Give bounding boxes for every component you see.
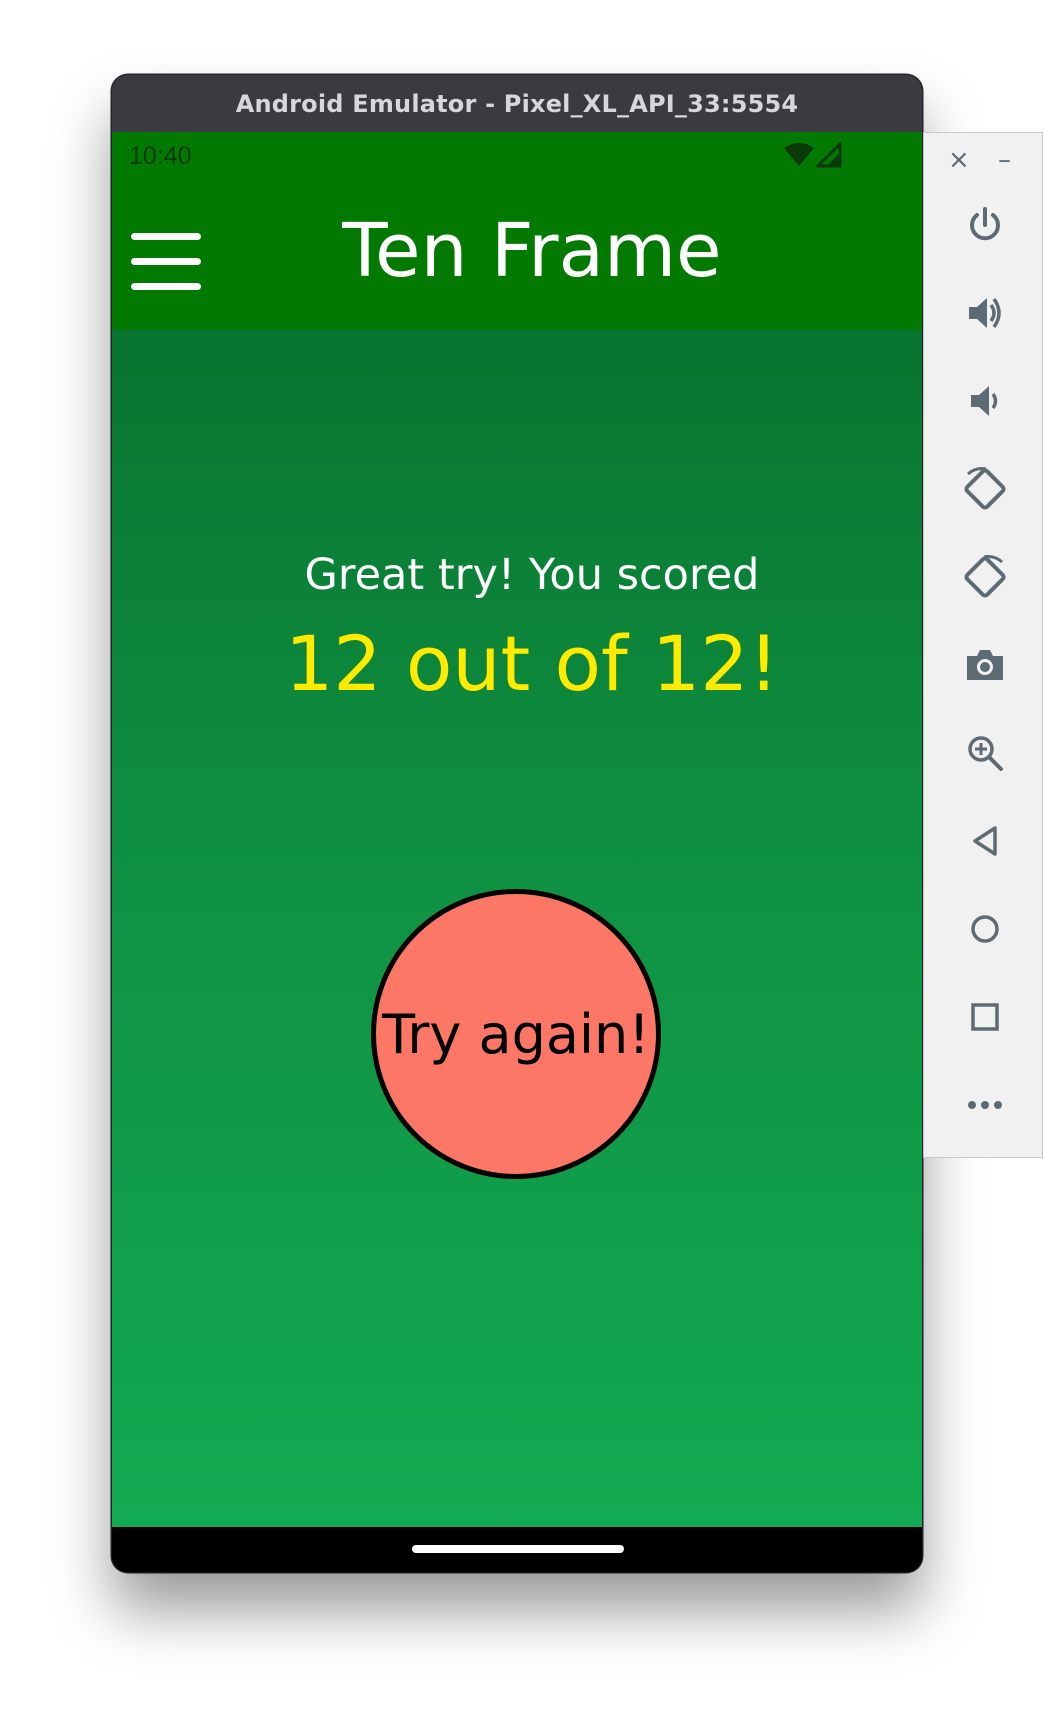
- more-icon: [968, 1101, 1002, 1109]
- camera-icon: [967, 650, 1003, 680]
- status-bar: 10:40: [112, 132, 922, 180]
- volume-up-button[interactable]: [957, 285, 1013, 341]
- overview-button[interactable]: [957, 989, 1013, 1045]
- back-button[interactable]: [957, 813, 1013, 869]
- screenshot-button[interactable]: [957, 637, 1013, 693]
- zoom-icon: [968, 736, 1003, 771]
- score-label: Great try! You scored: [304, 550, 760, 600]
- try-again-label: Try again!: [382, 1002, 650, 1066]
- back-icon: [973, 826, 997, 856]
- cell-signal-icon: [816, 142, 842, 168]
- close-button[interactable]: ×: [948, 145, 970, 175]
- overview-icon: [971, 1003, 999, 1031]
- stage: Android Emulator - Pixel_XL_API_33:5554 …: [0, 0, 1044, 1720]
- gesture-nav-bar: [112, 1527, 922, 1572]
- wifi-icon: [784, 143, 814, 166]
- app-title: Ten Frame: [342, 208, 722, 294]
- emulator-titlebar[interactable]: Android Emulator - Pixel_XL_API_33:5554: [112, 75, 922, 132]
- score-value: 12 out of 12!: [284, 619, 780, 708]
- power-icon: [970, 207, 1000, 241]
- try-again-button[interactable]: Try again!: [371, 889, 661, 1179]
- volume-down-icon: [971, 386, 998, 416]
- rotate-left-icon: [964, 467, 1006, 510]
- more-button[interactable]: [957, 1077, 1013, 1133]
- emulator-toolbar: × –: [923, 132, 1043, 1158]
- rotate-right-icon: [964, 555, 1006, 598]
- status-icons: [784, 142, 842, 168]
- home-button[interactable]: [957, 901, 1013, 957]
- phone-screen: 10:40 Ten Frame Great try! You scored 12…: [112, 132, 922, 1527]
- status-time: 10:40: [129, 142, 192, 170]
- home-icon: [971, 915, 999, 943]
- app-bar: Ten Frame: [112, 180, 922, 330]
- emulator-window: Android Emulator - Pixel_XL_API_33:5554 …: [112, 75, 922, 1572]
- volume-up-icon: [969, 297, 1001, 329]
- zoom-button[interactable]: [957, 725, 1013, 781]
- minimize-button[interactable]: –: [998, 145, 1011, 175]
- rotate-left-button[interactable]: [957, 461, 1013, 517]
- power-button[interactable]: [957, 197, 1013, 253]
- rotate-right-button[interactable]: [957, 549, 1013, 605]
- volume-down-button[interactable]: [957, 373, 1013, 429]
- home-gesture-handle[interactable]: [412, 1545, 624, 1553]
- window-title: Android Emulator - Pixel_XL_API_33:5554: [235, 89, 799, 118]
